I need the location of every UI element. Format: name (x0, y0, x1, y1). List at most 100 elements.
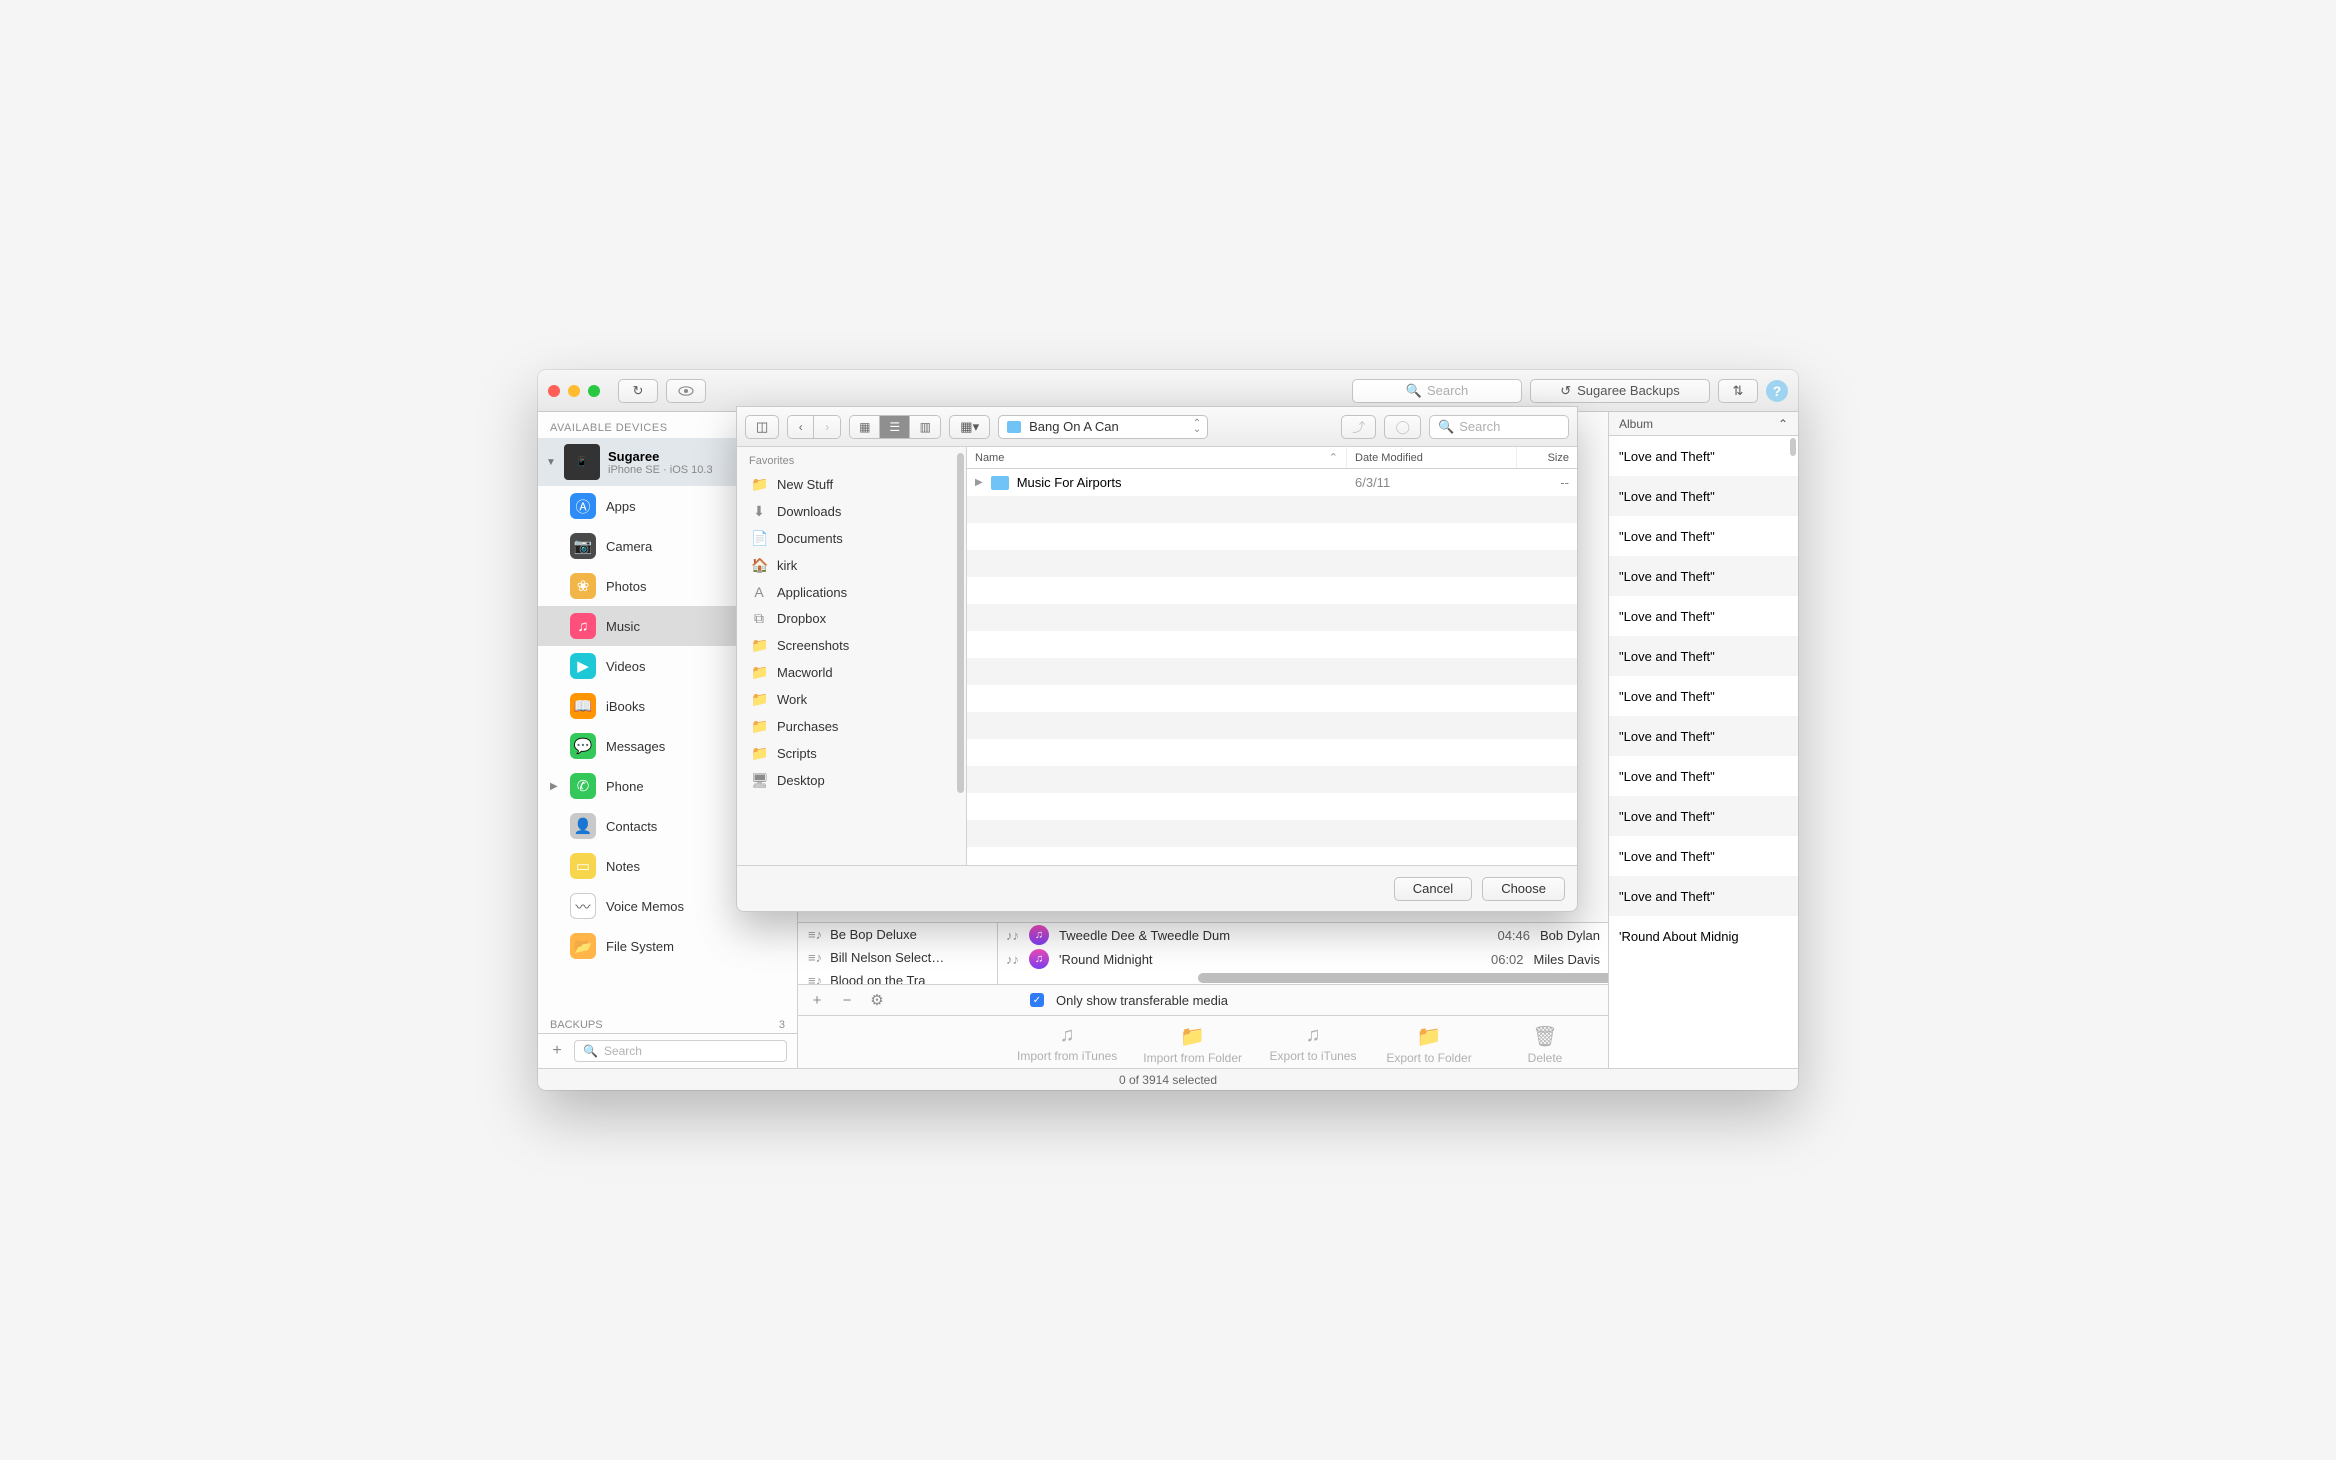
reload-button[interactable]: ↻ (618, 379, 658, 403)
file-name: Music For Airports (1017, 475, 1122, 490)
only-transferable-checkbox[interactable]: ✓ (1030, 993, 1044, 1007)
sidebar-item-label: Photos (606, 579, 646, 594)
date-column[interactable]: Date Modified (1347, 447, 1517, 468)
favorite-item[interactable]: 🖥Desktop (737, 767, 966, 794)
file-row (967, 523, 1577, 550)
file-row (967, 847, 1577, 865)
disclosure-triangle-icon[interactable]: ▼ (546, 457, 556, 468)
file-row[interactable]: ▶Music For Airports6/3/11-- (967, 469, 1577, 496)
folder-icon: 📁 (751, 637, 767, 654)
sidebar-toggle-button[interactable]: ◫ (745, 415, 779, 439)
album-cell[interactable]: "Love and Theft" (1609, 756, 1798, 796)
cancel-button[interactable]: Cancel (1394, 877, 1472, 901)
favorite-item[interactable]: 📁Scripts (737, 740, 966, 767)
device-name: Sugaree (608, 449, 713, 464)
album-browser: ≡♪Be Bop Deluxe≡♪Bill Nelson Select…≡♪Bl… (798, 923, 998, 984)
zoom-icon[interactable] (588, 385, 600, 397)
h-scrollbar[interactable] (1198, 973, 1600, 983)
favorite-item[interactable]: 📁New Stuff (737, 471, 966, 498)
toolbar-search-placeholder: Search (1427, 383, 1468, 398)
album-cell[interactable]: "Love and Theft" (1609, 436, 1798, 476)
tags-button[interactable]: ◯ (1384, 415, 1421, 439)
dialog-search[interactable]: 🔍 Search (1429, 415, 1569, 439)
add-backup-button[interactable]: + (548, 1042, 566, 1060)
favorite-item[interactable]: 🏠kirk (737, 552, 966, 579)
track-row[interactable]: ♪♪♫'Round Midnight06:02Miles Davis (998, 947, 1608, 971)
v-scrollbar[interactable] (1790, 438, 1796, 456)
sort-asc-icon: ⌃ (1329, 451, 1338, 464)
nav-arrows: ‹ › (787, 415, 841, 439)
quicklook-button[interactable] (666, 379, 706, 403)
export-to-folder-button[interactable]: 📁Export to Folder (1384, 1024, 1474, 1065)
sidebar-item-fs[interactable]: 📂File System (538, 926, 797, 966)
album-cell[interactable]: "Love and Theft" (1609, 796, 1798, 836)
gear-icon[interactable]: ⚙ (868, 991, 886, 1009)
album-cell[interactable]: "Love and Theft" (1609, 636, 1798, 676)
v-scrollbar[interactable] (957, 453, 964, 793)
album-browser-item[interactable]: ≡♪Blood on the Tra (798, 969, 997, 984)
help-button[interactable]: ? (1766, 380, 1788, 402)
icon-view-button[interactable]: ▦ (850, 416, 880, 438)
import-from-folder-button[interactable]: 📁Import from Folder (1143, 1024, 1242, 1065)
size-column[interactable]: Size (1517, 447, 1577, 468)
choose-button[interactable]: Choose (1482, 877, 1565, 901)
group-view-button[interactable]: ▦▾ (949, 415, 990, 439)
backups-button[interactable]: ↺ Sugaree Backups (1530, 379, 1710, 403)
album-cell[interactable]: 'Round About Midnig (1609, 916, 1798, 956)
favorite-item[interactable]: 📁Work (737, 686, 966, 713)
favorite-item[interactable]: 📁Macworld (737, 659, 966, 686)
app-window: ↻ 🔍 Search ↺ Sugaree Backups ⇅ ? AVAILAB… (538, 370, 1798, 1090)
toolbar-search[interactable]: 🔍 Search (1352, 379, 1522, 403)
favorite-item[interactable]: ⧉Dropbox (737, 605, 966, 632)
favorite-item[interactable]: 📄Documents (737, 525, 966, 552)
album-cell[interactable]: "Love and Theft" (1609, 596, 1798, 636)
favorite-item[interactable]: AApplications (737, 579, 966, 605)
fs-icon: 📂 (570, 933, 596, 959)
forward-button[interactable]: › (814, 416, 840, 438)
album-cell[interactable]: "Love and Theft" (1609, 676, 1798, 716)
column-view-button[interactable]: ▥ (910, 416, 940, 438)
disclosure-triangle-icon[interactable]: ▶ (550, 781, 560, 792)
remove-button[interactable]: − (838, 992, 856, 1009)
sidebar-search[interactable]: 🔍 Search (574, 1040, 787, 1062)
add-button[interactable]: + (808, 992, 826, 1009)
favorite-item[interactable]: 📁Screenshots (737, 632, 966, 659)
scrollbar-thumb[interactable] (1198, 973, 1608, 983)
track-row[interactable]: ♪♪♫Tweedle Dee & Tweedle Dum04:46Bob Dyl… (998, 923, 1608, 947)
sidebar-item-label: Voice Memos (606, 899, 684, 914)
delete-button[interactable]: 🗑Delete (1500, 1024, 1590, 1065)
dialog-toolbar: ◫ ‹ › ▦ ☰ ▥ ▦▾ Bang On A Can ⌃⌄ ⤴ ◯ 🔍 Se… (737, 407, 1577, 447)
track-artist: Miles Davis (1534, 952, 1600, 967)
transfers-button[interactable]: ⇅ (1718, 379, 1758, 403)
sidebar-item-label: Videos (606, 659, 646, 674)
album-cell[interactable]: "Love and Theft" (1609, 556, 1798, 596)
folder-icon: ⬇ (751, 503, 767, 520)
favorite-item[interactable]: 📁Purchases (737, 713, 966, 740)
folder-icon: 📁 (751, 476, 767, 493)
album-cell[interactable]: "Love and Theft" (1609, 876, 1798, 916)
list-view-button[interactable]: ☰ (880, 416, 910, 438)
file-list-header: Name⌃ Date Modified Size (967, 447, 1577, 469)
close-icon[interactable] (548, 385, 560, 397)
album-header[interactable]: Album ⌃ (1609, 412, 1798, 436)
folder-icon: 📁 (751, 691, 767, 708)
export-to-itunes-button[interactable]: ♫Export to iTunes (1268, 1024, 1358, 1065)
file-row (967, 766, 1577, 793)
album-cell[interactable]: "Love and Theft" (1609, 516, 1798, 556)
album-browser-item[interactable]: ≡♪Be Bop Deluxe (798, 923, 997, 946)
file-list: Name⌃ Date Modified Size ▶ Music For Airp… (967, 447, 1577, 865)
album-cell[interactable]: "Love and Theft" (1609, 476, 1798, 516)
album-browser-item[interactable]: ≡♪Bill Nelson Select… (798, 946, 997, 969)
minimize-icon[interactable] (568, 385, 580, 397)
folder-popup[interactable]: Bang On A Can ⌃⌄ (998, 415, 1208, 439)
album-cell[interactable]: "Love and Theft" (1609, 716, 1798, 756)
back-button[interactable]: ‹ (788, 416, 814, 438)
background-music-list: ≡♪Be Bop Deluxe≡♪Bill Nelson Select…≡♪Bl… (798, 922, 1608, 1068)
disclosure-triangle-icon[interactable]: ▶ (975, 477, 983, 488)
name-column[interactable]: Name⌃ (967, 447, 1347, 468)
share-button[interactable]: ⤴ (1341, 415, 1376, 439)
album-cell[interactable]: "Love and Theft" (1609, 836, 1798, 876)
favorite-item[interactable]: ⬇Downloads (737, 498, 966, 525)
import-from-itunes-button[interactable]: ♫Import from iTunes (1017, 1024, 1117, 1065)
transfers-icon: ⇅ (1733, 383, 1744, 399)
